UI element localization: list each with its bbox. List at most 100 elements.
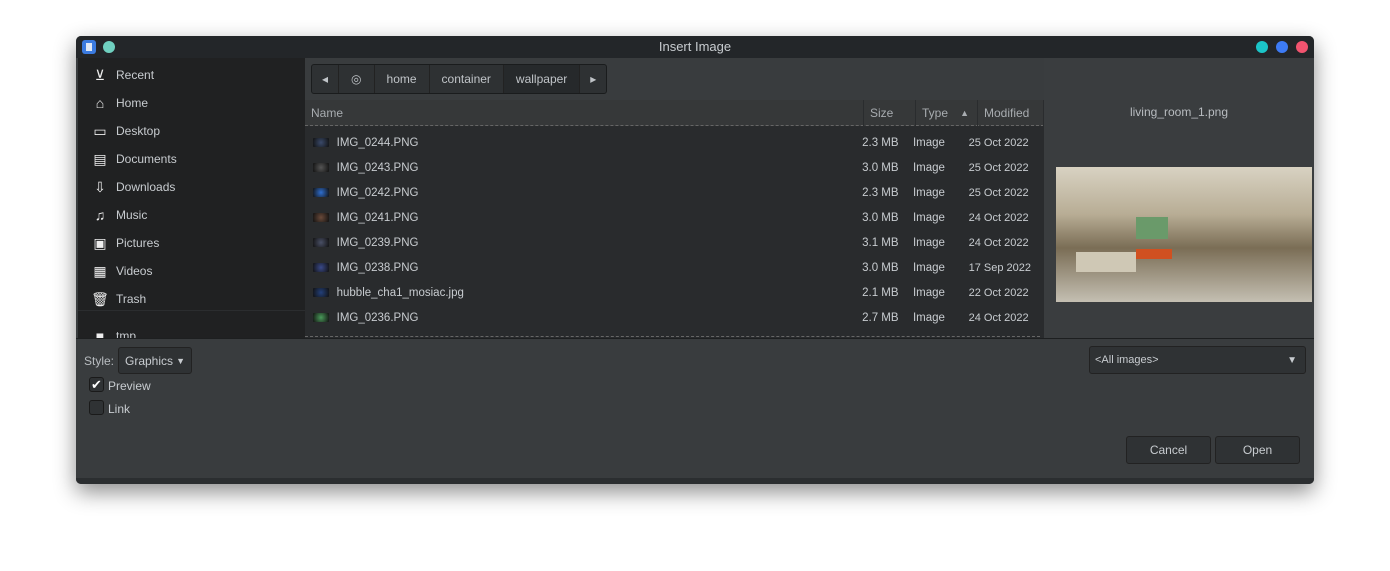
link-checkbox[interactable] (89, 400, 104, 415)
table-row[interactable]: IMG_0238.PNG 3.0 MB Image 17 Sep 2022 (305, 255, 1037, 280)
sidebar-item-label: Pictures (116, 236, 160, 250)
file-thumbnail-icon (313, 188, 329, 197)
column-type-label: Type (922, 106, 949, 120)
file-type: Image (912, 261, 945, 274)
breadcrumb-container[interactable]: container (430, 65, 504, 93)
preview-panel: living_room_1.png (1044, 58, 1314, 338)
file-size: 2.3 MB (862, 136, 899, 149)
file-thumbnail-icon (313, 238, 329, 247)
breadcrumb-home[interactable]: home (375, 65, 430, 93)
music-icon: ♫ (94, 207, 106, 223)
file-thumbnail-icon (313, 213, 329, 222)
file-type: Image (912, 211, 945, 224)
sidebar-item-documents[interactable]: ▤ Documents (92, 149, 177, 169)
window-title: Insert Image (658, 39, 732, 54)
file-type: Image (912, 161, 945, 174)
breadcrumb-wallpaper[interactable]: wallpaper (503, 65, 581, 93)
file-filter-dropdown[interactable]: <All images> ▼ (1089, 346, 1306, 374)
chevron-down-icon: ▼ (176, 355, 185, 366)
sidebar-item-label: Videos (116, 264, 153, 278)
file-name: IMG_0244.PNG (336, 136, 419, 149)
style-dropdown[interactable]: Graphics ▼ (118, 347, 192, 374)
sidebar-item-label: Music (116, 208, 148, 222)
file-modified: 25 Oct 2022 (968, 186, 1029, 199)
file-thumbnail-icon (313, 288, 329, 297)
sidebar-separator (78, 310, 305, 311)
sort-ascending-icon: ▲ (960, 108, 969, 118)
column-size[interactable]: Size (864, 100, 916, 126)
breadcrumb: ◂ ◎ home container wallpaper ▸ (311, 64, 608, 94)
file-type: Image (912, 136, 945, 149)
file-name: IMG_0236.PNG (336, 311, 419, 324)
file-thumbnail-icon (313, 263, 329, 272)
column-type[interactable]: Type ▲ (916, 100, 978, 126)
table-row[interactable]: IMG_0236.PNG 2.7 MB Image 24 Oct 2022 (305, 305, 1037, 330)
places-sidebar: ⊻ Recent ⌂ Home ▭ Desktop ▤ Documents ⇩ Downl… (78, 58, 305, 338)
file-size: 2.1 MB (862, 286, 899, 299)
sidebar-item-music[interactable]: ♫ Music (92, 205, 148, 225)
trash-icon: 🗑 (91, 290, 109, 307)
table-row[interactable]: IMG_0243.PNG 3.0 MB Image 25 Oct 2022 (305, 155, 1037, 180)
file-modified: 24 Oct 2022 (968, 311, 1029, 324)
file-modified: 25 Oct 2022 (968, 161, 1029, 174)
list-bottom-border (305, 336, 1040, 337)
file-modified: 24 Oct 2022 (968, 236, 1029, 249)
preview-filename: living_room_1.png (1129, 105, 1229, 119)
preview-label: Preview (108, 379, 151, 393)
column-name[interactable]: Name (305, 100, 864, 126)
sidebar-item-desktop[interactable]: ▭ Desktop (92, 121, 160, 141)
file-list-header: Name Size Type ▲ Modified (305, 100, 1044, 126)
file-name: IMG_0241.PNG (336, 211, 419, 224)
table-row[interactable]: IMG_0242.PNG 2.3 MB Image 25 Oct 2022 (305, 180, 1037, 205)
titlebar: Insert Image (76, 36, 1314, 58)
close-button[interactable] (1296, 41, 1308, 53)
chevron-down-icon: ▼ (1287, 354, 1297, 366)
sidebar-item-trash[interactable]: 🗑 Trash (91, 289, 147, 309)
window-bottom-edge (76, 478, 1314, 484)
sidebar-item-downloads[interactable]: ⇩ Downloads (92, 177, 175, 197)
table-row[interactable]: IMG_0244.PNG 2.3 MB Image 25 Oct 2022 (305, 130, 1037, 155)
maximize-button[interactable] (1276, 41, 1288, 53)
sidebar-item-label: Downloads (116, 180, 176, 194)
preview-tv (1136, 217, 1168, 239)
file-modified: 22 Oct 2022 (968, 286, 1029, 299)
minimize-button[interactable] (1256, 41, 1268, 53)
root-icon[interactable]: ◎ (339, 65, 375, 93)
column-modified[interactable]: Modified (978, 100, 1044, 126)
open-button[interactable]: Open (1215, 436, 1300, 464)
sidebar-item-label: Desktop (116, 124, 161, 138)
preview-checkbox[interactable]: ✔ (89, 377, 104, 392)
sidebar-item-tmp[interactable]: ■ tmp (92, 326, 136, 338)
recent-icon: ⊻ (94, 66, 106, 83)
file-list: Name Size Type ▲ Modified IMG_0244.PNG 2.… (305, 100, 1271, 340)
cancel-button[interactable]: Cancel (1126, 436, 1211, 464)
home-icon: ⌂ (95, 95, 105, 111)
sidebar-item-recent[interactable]: ⊻ Recent (92, 65, 154, 85)
sidebar-item-home[interactable]: ⌂ Home (92, 93, 148, 113)
file-name: IMG_0243.PNG (336, 161, 419, 174)
file-type: Image (912, 311, 945, 324)
sidebar-item-label: Recent (116, 68, 155, 82)
file-type: Image (912, 286, 945, 299)
table-row[interactable]: IMG_0239.PNG 3.1 MB Image 24 Oct 2022 (305, 230, 1037, 255)
file-filter-value: <All images> (1095, 354, 1159, 366)
file-size: 2.3 MB (862, 186, 899, 199)
sidebar-item-label: Documents (116, 152, 177, 166)
document-icon: ▤ (93, 150, 107, 167)
file-modified: 25 Oct 2022 (968, 136, 1029, 149)
sidebar-item-pictures[interactable]: ▣ Pictures (92, 233, 159, 253)
sidebar-item-label: Trash (116, 292, 147, 306)
table-row[interactable]: IMG_0241.PNG 3.0 MB Image 24 Oct 2022 (305, 205, 1037, 230)
table-row[interactable]: hubble_cha1_mosiac.jpg 2.1 MB Image 22 O… (305, 280, 1037, 305)
sidebar-item-videos[interactable]: ▦ Videos (92, 261, 152, 281)
file-modified: 24 Oct 2022 (968, 211, 1029, 224)
file-thumbnail-icon (313, 313, 329, 322)
style-label: Style: (84, 354, 115, 368)
file-type: Image (912, 236, 945, 249)
file-type: Image (912, 186, 945, 199)
file-size: 3.0 MB (862, 211, 899, 224)
desktop-icon: ▭ (93, 122, 107, 139)
videos-icon: ▦ (93, 262, 107, 279)
forward-button[interactable]: ▸ (580, 65, 606, 93)
back-button[interactable]: ◂ (312, 65, 340, 93)
